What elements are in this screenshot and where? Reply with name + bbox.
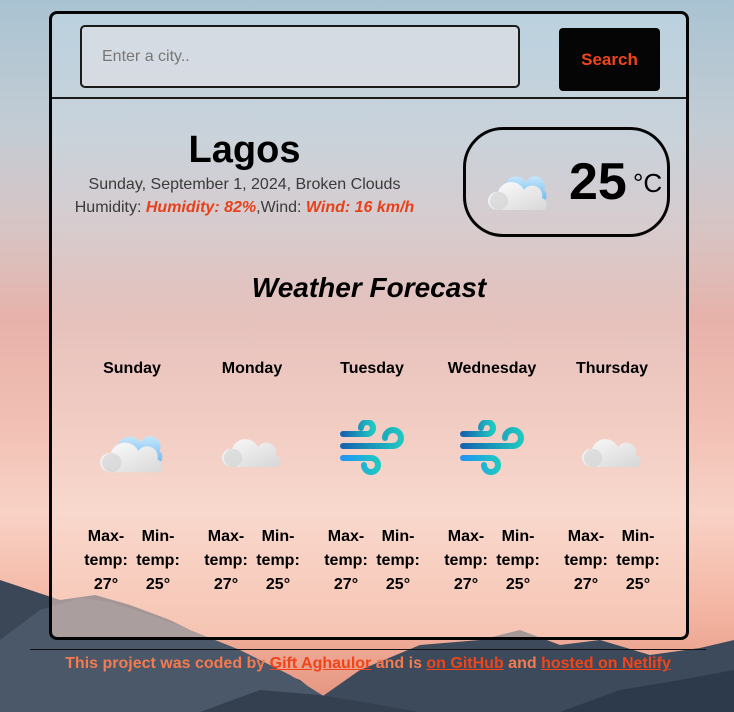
forecast-day: Wednesday Max-temp: 27° Min-temp: 25° <box>432 359 552 597</box>
weather-app-card: Search Lagos Sunday, September 1, 2024, … <box>49 11 689 640</box>
max-temp-value: 27° <box>573 576 599 593</box>
footer-text: This project was coded by <box>65 655 270 672</box>
forecast-day-name: Thursday <box>575 360 648 377</box>
max-temp-value: 27° <box>333 576 359 593</box>
netlify-link[interactable]: hosted on Netlify <box>541 655 671 672</box>
search-button[interactable]: Search <box>559 28 660 91</box>
max-temp: Max-temp: 27° <box>560 525 612 597</box>
max-temp: Max-temp: 27° <box>440 525 492 597</box>
forecast-day: Monday Max-temp: 27° Min-temp: 25° <box>192 359 312 597</box>
forecast-day-name: Monday <box>221 360 283 377</box>
forecast-day: Sunday Max-temp: 27° Min-temp: 25° <box>72 359 192 597</box>
min-temp-label: Min-temp: <box>376 528 420 569</box>
max-temp-value: 27° <box>453 576 479 593</box>
date-description: Sunday, September 1, 2024, Broken Clouds <box>88 176 401 193</box>
forecast-day: Tuesday Max-temp: 27° Min-temp: 25° <box>312 359 432 597</box>
max-temp-label: Max-temp: <box>204 528 248 569</box>
footer-text: and is <box>371 655 427 672</box>
max-temp-label: Max-temp: <box>564 528 608 569</box>
forecast-title: Weather Forecast <box>251 272 487 303</box>
forecast-day-name: Tuesday <box>340 360 404 377</box>
current-temperature-box: 25 °C <box>463 127 670 237</box>
min-temp-label: Min-temp: <box>496 528 540 569</box>
cloud-icon <box>221 439 281 467</box>
footer: This project was coded by Gift Aghaulor … <box>40 652 696 676</box>
max-temp-value: 27° <box>213 576 239 593</box>
min-temp: Min-temp: 25° <box>612 525 664 597</box>
footer-text: and <box>503 655 542 672</box>
forecast-list: Sunday Max-temp: 27° Min-temp: 25° Monday <box>72 359 672 597</box>
temperature-unit: °C <box>633 168 663 198</box>
min-temp-value: 25° <box>385 576 411 593</box>
max-temp-label: Max-temp: <box>444 528 488 569</box>
wind-icon <box>340 420 404 475</box>
humidity-value: Humidity: 82% <box>145 199 257 216</box>
city-name: Lagos <box>188 129 301 171</box>
humidity-label: Humidity: <box>74 199 146 216</box>
min-temp: Min-temp: 25° <box>252 525 304 597</box>
max-temp: Max-temp: 27° <box>200 525 252 597</box>
max-temp-label: Max-temp: <box>324 528 368 569</box>
min-temp: Min-temp: 25° <box>372 525 424 597</box>
forecast-day: Thursday Max-temp: 27° Min-temp: 25° <box>552 359 672 597</box>
forecast-day-name: Wednesday <box>447 360 537 377</box>
min-temp-value: 25° <box>505 576 531 593</box>
min-temp-label: Min-temp: <box>136 528 180 569</box>
forecast-day-name: Sunday <box>103 360 161 377</box>
max-temp-value: 27° <box>93 576 119 593</box>
cloud-icon <box>581 439 641 467</box>
city-search-input[interactable] <box>80 25 520 88</box>
current-temperature: 25 <box>569 153 627 211</box>
current-weather-details: Lagos Sunday, September 1, 2024, Broken … <box>52 129 437 218</box>
github-link[interactable]: on GitHub <box>426 655 503 672</box>
min-temp-label: Min-temp: <box>256 528 300 569</box>
min-temp-value: 25° <box>625 576 651 593</box>
min-temp: Min-temp: 25° <box>492 525 544 597</box>
cloud-blue-icon <box>100 436 163 473</box>
wind-value: Wind: 16 km/h <box>305 199 415 216</box>
wind-label: ,Wind: <box>256 199 306 216</box>
min-temp-label: Min-temp: <box>616 528 660 569</box>
wind-icon <box>460 420 524 475</box>
weather-stats: Humidity: Humidity: 82%,Wind: Wind: 16 k… <box>52 198 437 218</box>
max-temp: Max-temp: 27° <box>320 525 372 597</box>
footer-divider <box>30 649 706 650</box>
search-header: Search <box>52 14 686 99</box>
max-temp-label: Max-temp: <box>84 528 128 569</box>
cloud-sun-icon <box>487 176 547 210</box>
min-temp: Min-temp: 25° <box>132 525 184 597</box>
min-temp-value: 25° <box>145 576 171 593</box>
min-temp-value: 25° <box>265 576 291 593</box>
max-temp: Max-temp: 27° <box>80 525 132 597</box>
author-link[interactable]: Gift Aghaulor <box>270 655 372 672</box>
